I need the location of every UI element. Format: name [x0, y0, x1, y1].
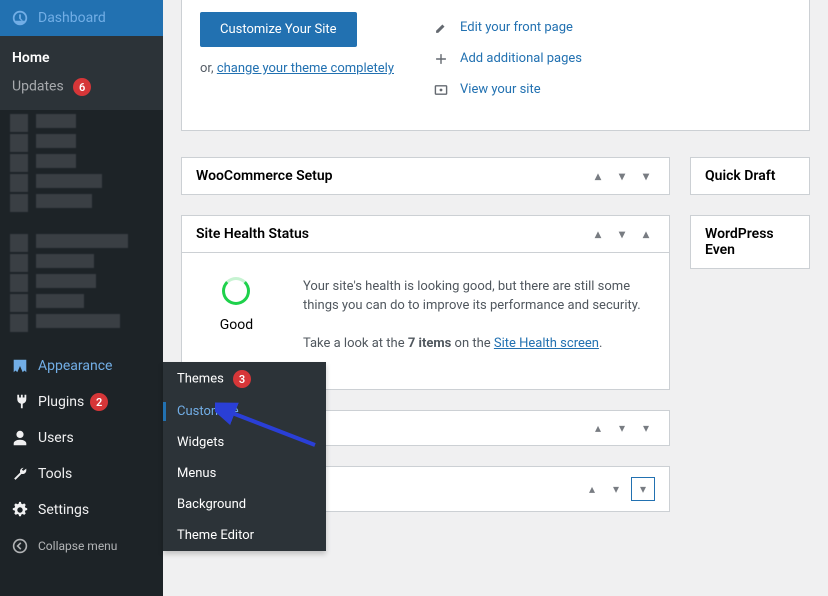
txt: .: [599, 336, 602, 351]
panel-move-up-icon[interactable]: ▴: [589, 421, 607, 435]
health-gauge-circle-icon: [222, 277, 250, 305]
panel-move-down-icon[interactable]: ▾: [613, 227, 631, 241]
panel-toggle-icon[interactable]: ▾: [637, 169, 655, 183]
panel-move-down-icon[interactable]: ▾: [613, 169, 631, 183]
submenu-item-customize[interactable]: Customize: [163, 396, 326, 427]
panel-move-up-icon[interactable]: ▴: [589, 169, 607, 183]
edit-front-page-link[interactable]: Edit your front page: [434, 12, 791, 43]
customize-site-button[interactable]: Customize Your Site: [200, 12, 357, 47]
edit-icon: [434, 21, 450, 35]
plus-icon: [434, 52, 450, 66]
sidebar-item-label: Tools: [38, 466, 72, 482]
link-label: Edit your front page: [460, 12, 573, 43]
txt: on the: [451, 336, 494, 351]
woocommerce-setup-panel: WooCommerce Setup ▴ ▾ ▾: [181, 157, 670, 195]
collapse-icon: [10, 536, 30, 556]
quick-draft-panel: Quick Draft: [690, 157, 810, 195]
view-site-link[interactable]: View your site: [434, 74, 791, 105]
health-items-count: 7 items: [408, 336, 452, 351]
sidebar-item-label: Plugins: [38, 394, 84, 410]
submenu-item-widgets[interactable]: Widgets: [163, 427, 326, 458]
panel-toggle-icon[interactable]: ▾: [637, 421, 655, 435]
submenu-label: Themes: [177, 372, 224, 387]
sidebar-item-label: Users: [38, 430, 74, 446]
plugins-count-badge: 2: [90, 393, 108, 411]
side-panel-column: Quick Draft WordPress Even: [690, 157, 810, 513]
sidebar-item-collapse[interactable]: Collapse menu: [0, 528, 163, 564]
panel-toggle-icon[interactable]: ▾: [631, 477, 655, 501]
or-prefix: or,: [200, 61, 217, 76]
sidebar-dashboard-submenu: Home Updates 6: [0, 36, 163, 110]
appearance-icon: [10, 356, 30, 376]
sidebar-obscured-section-1: [0, 110, 163, 216]
panel-title: WooCommerce Setup: [196, 168, 333, 184]
add-pages-link[interactable]: Add additional pages: [434, 43, 791, 74]
appearance-submenu-flyout: Themes 3 Customize Widgets Menus Backgro…: [163, 362, 326, 551]
txt: Take a look at the: [303, 336, 408, 351]
link-label: View your site: [460, 74, 541, 105]
panel-move-down-icon[interactable]: ▾: [613, 421, 631, 435]
sidebar-item-label: Collapse menu: [38, 539, 117, 553]
settings-icon: [10, 500, 30, 520]
or-change-theme-text: or, change your theme completely: [200, 61, 394, 76]
submenu-item-theme-editor[interactable]: Theme Editor: [163, 520, 326, 551]
plugins-icon: [10, 392, 30, 412]
quick-links: Edit your front page Add additional page…: [434, 12, 791, 106]
panel-move-down-icon[interactable]: ▾: [607, 482, 625, 496]
health-description: Your site's health is looking good, but …: [303, 277, 651, 372]
sidebar-item-label: Settings: [38, 502, 89, 518]
sidebar-item-plugins[interactable]: Plugins 2: [0, 384, 163, 420]
panel-move-up-icon[interactable]: ▴: [583, 482, 601, 496]
view-icon: [434, 83, 450, 97]
updates-count-badge: 6: [73, 78, 91, 96]
link-label: Add additional pages: [460, 43, 582, 74]
dashboard-icon: [10, 8, 30, 28]
change-theme-link[interactable]: change your theme completely: [217, 61, 394, 76]
submenu-item-background[interactable]: Background: [163, 489, 326, 520]
sidebar-item-tools[interactable]: Tools: [0, 456, 163, 492]
site-health-screen-link[interactable]: Site Health screen: [494, 336, 599, 351]
panel-title: Site Health Status: [196, 226, 309, 242]
sidebar-item-appearance[interactable]: Appearance: [0, 348, 163, 384]
sidebar-obscured-section-2: [0, 230, 163, 336]
themes-count-badge: 3: [233, 370, 251, 388]
panel-title: Quick Draft: [705, 168, 775, 184]
health-paragraph-1: Your site's health is looking good, but …: [303, 277, 651, 316]
sidebar-subitem-home[interactable]: Home: [0, 44, 163, 72]
panel-toggle-icon[interactable]: ▴: [637, 227, 655, 241]
health-gauge: Good: [200, 277, 273, 372]
submenu-item-themes[interactable]: Themes 3: [163, 362, 326, 396]
welcome-panel: Customize Your Site or, change your them…: [181, 0, 810, 131]
sidebar-item-label: Appearance: [38, 358, 112, 374]
sidebar-item-users[interactable]: Users: [0, 420, 163, 456]
sidebar-item-dashboard[interactable]: Dashboard: [0, 0, 163, 36]
users-icon: [10, 428, 30, 448]
sidebar-item-label: Dashboard: [38, 10, 106, 26]
sidebar-subitem-updates[interactable]: Updates 6: [0, 72, 163, 102]
health-paragraph-2: Take a look at the 7 items on the Site H…: [303, 334, 651, 354]
submenu-item-menus[interactable]: Menus: [163, 458, 326, 489]
tools-icon: [10, 464, 30, 484]
admin-sidebar: Dashboard Home Updates 6 Appearance Plug…: [0, 0, 163, 596]
health-status-label: Good: [220, 317, 253, 333]
sidebar-subitem-label: Updates: [12, 79, 64, 95]
sidebar-item-settings[interactable]: Settings: [0, 492, 163, 528]
wordpress-events-panel: WordPress Even: [690, 215, 810, 269]
panel-move-up-icon[interactable]: ▴: [589, 227, 607, 241]
panel-title: WordPress Even: [705, 226, 795, 258]
